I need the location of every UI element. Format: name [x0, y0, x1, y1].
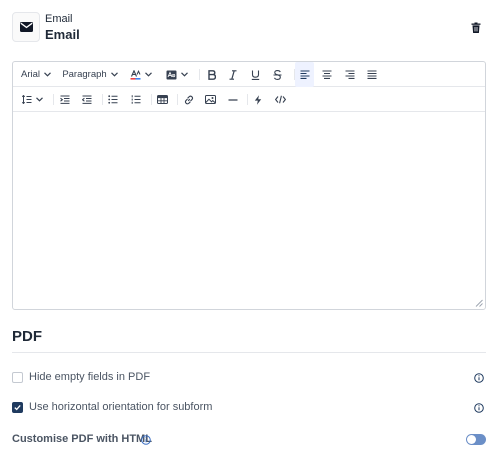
italic-button[interactable]	[224, 62, 242, 87]
bold-icon	[208, 69, 216, 80]
email-field-badge	[12, 12, 40, 42]
align-justify-button[interactable]	[362, 62, 381, 87]
underline-icon	[251, 70, 259, 80]
line-height-icon	[21, 95, 31, 104]
rich-text-editor: Arial Paragraph	[12, 61, 486, 310]
table-icon	[157, 95, 168, 104]
indent-button[interactable]	[56, 87, 74, 112]
highlight-button[interactable]	[163, 62, 191, 87]
block-format-value: Paragraph	[62, 69, 107, 80]
bullet-list-button[interactable]	[104, 87, 122, 112]
info-icon[interactable]	[474, 403, 484, 413]
code-view-button[interactable]	[271, 87, 290, 112]
indent-icon	[60, 95, 70, 104]
toolbar-separator	[199, 69, 200, 80]
align-left-button[interactable]	[295, 62, 314, 87]
info-icon[interactable]	[141, 435, 151, 445]
hide-empty-fields-option: Hide empty fields in PDF	[12, 370, 486, 386]
underline-button[interactable]	[246, 62, 264, 87]
align-left-icon	[300, 70, 309, 79]
bullet-list-icon	[108, 95, 118, 104]
text-color-button[interactable]	[127, 62, 155, 87]
numbered-list-button[interactable]	[127, 87, 145, 112]
line-height-dropdown[interactable]	[18, 87, 46, 112]
link-icon	[184, 95, 193, 104]
align-right-icon	[345, 70, 354, 79]
bold-button[interactable]	[203, 62, 221, 87]
toolbar-separator	[177, 94, 178, 105]
chevron-down-icon	[44, 72, 51, 77]
highlight-icon	[166, 70, 177, 79]
lightning-icon	[254, 94, 262, 105]
italic-icon	[229, 69, 237, 80]
image-icon	[205, 95, 216, 104]
image-button[interactable]	[201, 87, 220, 112]
font-family-value: Arial	[20, 69, 40, 80]
link-button[interactable]	[179, 87, 198, 112]
toolbar-separator	[247, 94, 248, 105]
editor-content-area[interactable]	[13, 113, 485, 309]
align-center-icon	[322, 70, 331, 79]
toolbar-separator	[102, 94, 103, 105]
align-center-button[interactable]	[317, 62, 336, 87]
customise-pdf-toggle[interactable]	[466, 434, 486, 445]
horizontal-orientation-label: Use horizontal orientation for subform	[29, 401, 213, 413]
horizontal-orientation-checkbox[interactable]	[12, 402, 23, 413]
text-color-icon	[130, 69, 141, 80]
hide-empty-fields-checkbox[interactable]	[12, 372, 23, 383]
strikethrough-button[interactable]	[268, 62, 286, 87]
field-type-label: Email	[45, 13, 73, 25]
chevron-down-icon	[35, 97, 43, 102]
code-view-icon	[275, 95, 286, 104]
customise-pdf-label: Customise PDF with HTML	[12, 433, 152, 445]
trash-icon[interactable]	[470, 22, 482, 34]
font-family-dropdown[interactable]: Arial	[19, 62, 53, 87]
toolbar-separator	[53, 94, 54, 105]
envelope-icon	[19, 22, 33, 32]
align-justify-icon	[367, 70, 376, 79]
field-header: Email Email	[12, 12, 488, 44]
resize-grip-icon[interactable]	[475, 299, 483, 307]
editor-toolbar-row-1: Arial Paragraph	[13, 62, 485, 87]
section-divider	[12, 352, 486, 353]
pdf-section-title: PDF	[12, 328, 42, 345]
outdent-icon	[82, 95, 92, 104]
chevron-down-icon	[181, 72, 188, 77]
field-title: Email	[45, 27, 80, 42]
checkmark-icon	[14, 404, 21, 411]
customise-pdf-row: Customise PDF with HTML	[12, 432, 486, 448]
hide-empty-fields-label: Hide empty fields in PDF	[29, 371, 151, 383]
strikethrough-icon	[273, 69, 281, 80]
horizontal-orientation-option: Use horizontal orientation for subform	[12, 400, 486, 416]
lightning-button[interactable]	[249, 87, 267, 112]
numbered-list-icon	[131, 95, 141, 104]
info-icon[interactable]	[474, 373, 484, 383]
horizontal-rule-icon	[228, 98, 237, 101]
editor-toolbar-row-2	[13, 87, 485, 112]
table-button[interactable]	[153, 87, 172, 112]
toggle-knob	[467, 435, 476, 444]
block-format-dropdown[interactable]: Paragraph	[61, 62, 119, 87]
chevron-down-icon	[110, 72, 118, 77]
align-right-button[interactable]	[340, 62, 359, 87]
chevron-down-icon	[145, 72, 152, 77]
horizontal-rule-button[interactable]	[223, 87, 242, 112]
outdent-button[interactable]	[78, 87, 96, 112]
toolbar-separator	[151, 94, 152, 105]
